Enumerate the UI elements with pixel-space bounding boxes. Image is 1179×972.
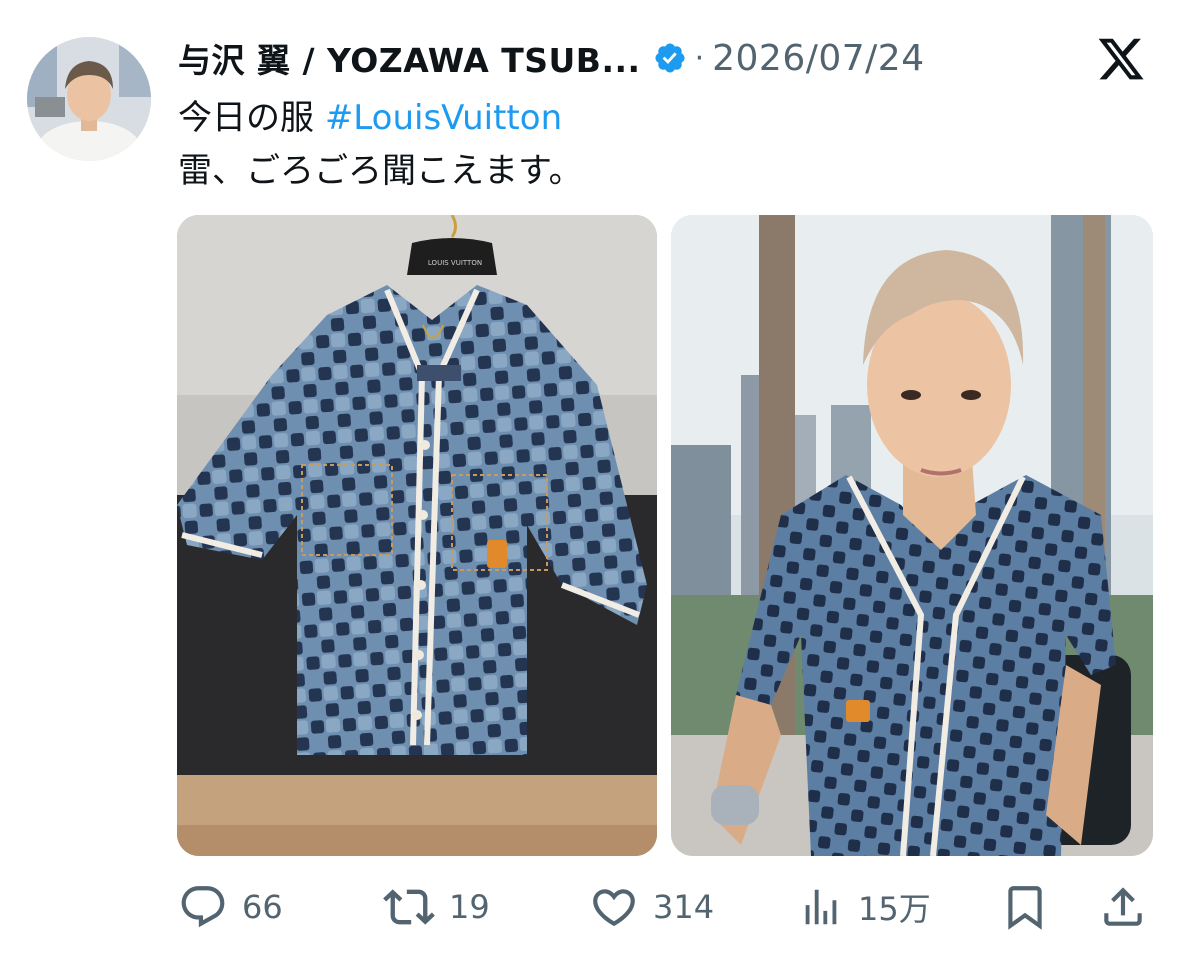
share-icon [1104, 887, 1142, 926]
tweet-text-line-1: 今日の服 #LouisVuitton [178, 90, 562, 139]
repost-count: 19 [449, 888, 490, 926]
author-name[interactable]: 与沢 翼 / YOZAWA TSUB... [178, 34, 641, 82]
like-count: 314 [653, 888, 715, 926]
tweet-text-prefix: 今日の服 [178, 98, 325, 138]
hashtag-link[interactable]: #LouisVuitton [325, 98, 562, 138]
bookmark-button[interactable] [1000, 875, 1050, 939]
shirt-on-hanger-image: LOUIS VUITTON [177, 215, 657, 856]
media-photo-2[interactable] [671, 215, 1153, 856]
tweet-action-bar: 66 19 314 15万 [0, 875, 1179, 939]
tweet-text-line-2: 雷、ごろごろ聞こえます。 [178, 151, 583, 191]
bookmark-icon [1008, 886, 1042, 930]
verified-badge-icon [655, 43, 685, 73]
share-button[interactable] [1098, 875, 1148, 939]
tweet-date[interactable]: 2026/07/24 [712, 38, 925, 79]
reply-icon [181, 886, 225, 928]
reply-button[interactable]: 66 [178, 875, 283, 939]
views-icon [805, 889, 837, 925]
man-wearing-shirt-image [671, 215, 1153, 856]
avatar-image [27, 37, 151, 161]
media-photo-1[interactable]: LOUIS VUITTON [177, 215, 657, 856]
author-avatar[interactable] [27, 37, 151, 161]
hanger-label: LOUIS VUITTON [428, 259, 482, 267]
repost-icon [383, 889, 435, 925]
tweet-header: 与沢 翼 / YOZAWA TSUB... · 2026/07/24 [178, 28, 925, 88]
views-button[interactable]: 15万 [798, 875, 931, 939]
reply-count: 66 [242, 888, 283, 926]
like-button[interactable]: 314 [589, 875, 714, 939]
repost-button[interactable]: 19 [383, 875, 490, 939]
views-count: 15万 [858, 890, 931, 928]
x-logo-icon[interactable] [1096, 34, 1146, 84]
heart-icon [593, 889, 635, 927]
separator-dot: · [694, 40, 705, 76]
